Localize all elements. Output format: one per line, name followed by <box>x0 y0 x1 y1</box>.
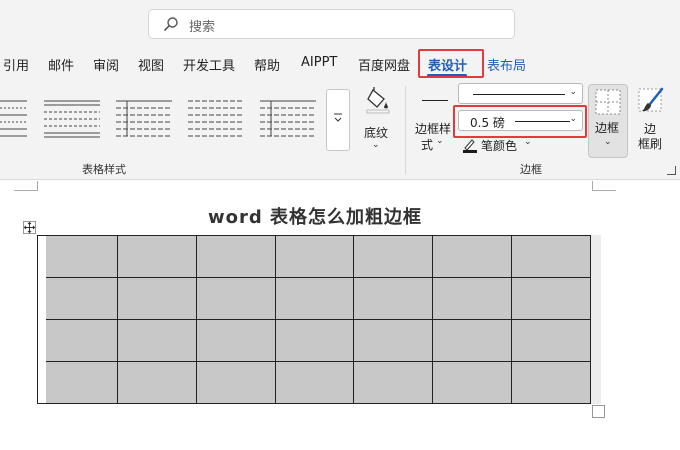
table-style-option-1[interactable] <box>0 99 30 139</box>
table-cell[interactable] <box>195 277 276 320</box>
chevron-down-icon: ⌄ <box>604 137 612 147</box>
table-cell[interactable] <box>353 235 434 278</box>
table-cell[interactable] <box>116 319 197 362</box>
border-styles-label-line1: 边框样 <box>415 122 452 136</box>
table-cell[interactable] <box>37 277 118 320</box>
table-cell[interactable] <box>116 235 197 278</box>
borders-button-label: 边框 <box>595 121 620 135</box>
table-resize-handle[interactable] <box>592 405 605 418</box>
tab-table-design[interactable]: 表设计 <box>428 55 467 74</box>
table-cell[interactable] <box>353 319 434 362</box>
table-styles-more-button[interactable] <box>326 89 350 151</box>
table-cell[interactable] <box>274 319 355 362</box>
group-divider <box>405 86 406 174</box>
table-cell[interactable] <box>511 235 591 278</box>
table-cell[interactable] <box>116 277 197 320</box>
tab-view[interactable]: 视图 <box>138 55 164 74</box>
dialog-launcher-icon[interactable] <box>667 166 676 175</box>
tab-mailings[interactable]: 邮件 <box>48 55 74 74</box>
table-cell[interactable] <box>37 361 118 404</box>
table-cell[interactable] <box>37 319 118 362</box>
table-cell[interactable] <box>432 319 513 362</box>
table-move-handle-icon[interactable] <box>23 221 36 234</box>
chevron-down-icon: ⌄ <box>372 140 380 150</box>
table-row <box>37 277 591 320</box>
pen-icon <box>462 137 478 157</box>
line-style-dropdown[interactable]: ⌄ <box>458 83 583 104</box>
tab-baidu-netdisk[interactable]: 百度网盘 <box>358 55 410 74</box>
chevron-down-icon: ⌄ <box>569 87 577 97</box>
tab-help[interactable]: 帮助 <box>254 55 280 74</box>
border-painter-button[interactable]: 边 框刷 <box>634 86 668 156</box>
border-painter-icon <box>637 86 665 120</box>
table-cell[interactable] <box>353 361 434 404</box>
line-style-preview <box>473 94 565 95</box>
table-row <box>37 235 591 278</box>
pen-color-label: 笔颜色 <box>481 139 518 153</box>
table-cell[interactable] <box>195 361 276 404</box>
ribbon-tabs: 引用 邮件 审阅 视图 开发工具 帮助 AIPPT 百度网盘 表设计 表布局 <box>0 46 680 80</box>
border-styles-label-line2: 式 <box>421 138 434 152</box>
tab-aippt[interactable]: AIPPT <box>301 55 337 70</box>
document-title: word 表格怎么加粗边框 <box>207 207 423 228</box>
line-weight-dropdown[interactable]: 0.5 磅 ⌄ <box>458 110 583 131</box>
pen-color-button[interactable]: 笔颜色 ⌄ <box>460 136 560 156</box>
table-left-margin <box>38 236 46 403</box>
table-cell[interactable] <box>432 361 513 404</box>
document-area: word 表格怎么加粗边框 <box>0 181 680 450</box>
table-cell[interactable] <box>195 319 276 362</box>
crop-mark-top-left <box>14 181 38 191</box>
search-icon <box>163 16 179 32</box>
line-weight-preview <box>515 121 570 122</box>
active-tab-indicator <box>427 74 467 77</box>
shading-label: 底纹 <box>364 126 389 140</box>
title-bar: 搜索 <box>0 0 680 46</box>
table-cell[interactable] <box>37 235 118 278</box>
line-weight-value: 0.5 磅 <box>470 116 505 130</box>
table-cell[interactable] <box>432 235 513 278</box>
chevron-down-icon <box>333 112 343 127</box>
table-row <box>37 361 591 404</box>
table-cell[interactable] <box>511 361 591 404</box>
chevron-down-icon: ⌄ <box>569 114 577 124</box>
border-styles-button[interactable]: 边框样 式 ⌄ <box>414 92 454 152</box>
line-style-icon <box>422 100 448 101</box>
tab-references[interactable]: 引用 <box>3 55 29 74</box>
table-style-option-2[interactable] <box>44 99 100 139</box>
table-right-shading <box>591 235 601 404</box>
table-cell[interactable] <box>432 277 513 320</box>
borders-button[interactable]: 边框 ⌄ <box>588 84 628 158</box>
chevron-down-icon: ⌄ <box>436 136 444 146</box>
ribbon-panel: 底纹 ⌄ 表格样式 边框样 式 ⌄ ⌄ 0.5 磅 ⌄ 笔颜色 ⌄ 边框 边 框… <box>0 80 680 180</box>
borders-group-label: 边框 <box>520 163 542 176</box>
crop-mark-top-right <box>592 181 616 191</box>
shading-button[interactable]: 底纹 ⌄ <box>360 84 394 158</box>
tab-table-layout[interactable]: 表布局 <box>487 55 526 74</box>
table-style-option-3[interactable] <box>116 99 172 139</box>
table-cell[interactable] <box>274 235 355 278</box>
table-cell[interactable] <box>511 277 591 320</box>
table-cell[interactable] <box>353 277 434 320</box>
borders-grid-icon <box>595 89 621 119</box>
table-style-option-4[interactable] <box>188 99 244 139</box>
border-painter-label-line2: 框刷 <box>638 137 663 151</box>
table-cell[interactable] <box>511 319 591 362</box>
table-style-option-5[interactable] <box>260 99 316 139</box>
tab-developer[interactable]: 开发工具 <box>183 55 235 74</box>
table-row <box>37 319 591 362</box>
tab-review[interactable]: 审阅 <box>93 55 119 74</box>
chevron-down-icon: ⌄ <box>524 137 532 147</box>
table-cell[interactable] <box>274 277 355 320</box>
search-placeholder: 搜索 <box>189 20 216 35</box>
search-box[interactable]: 搜索 <box>148 9 515 39</box>
document-table[interactable] <box>37 235 591 404</box>
table-cell[interactable] <box>116 361 197 404</box>
table-styles-group-label: 表格样式 <box>82 163 126 176</box>
paint-bucket-icon <box>364 86 392 118</box>
table-cell[interactable] <box>274 361 355 404</box>
table-cell[interactable] <box>195 235 276 278</box>
